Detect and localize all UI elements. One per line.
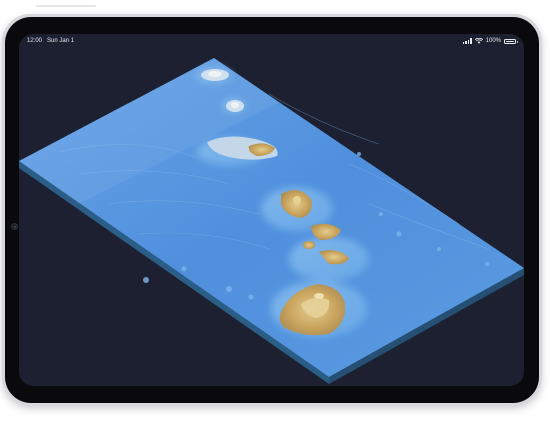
top-reflection-line <box>36 5 96 7</box>
tablet-screen: 12:00 Sun Jan 1 100% <box>19 34 524 386</box>
terrain-3d-map[interactable] <box>19 34 524 386</box>
front-camera-icon <box>11 223 18 230</box>
